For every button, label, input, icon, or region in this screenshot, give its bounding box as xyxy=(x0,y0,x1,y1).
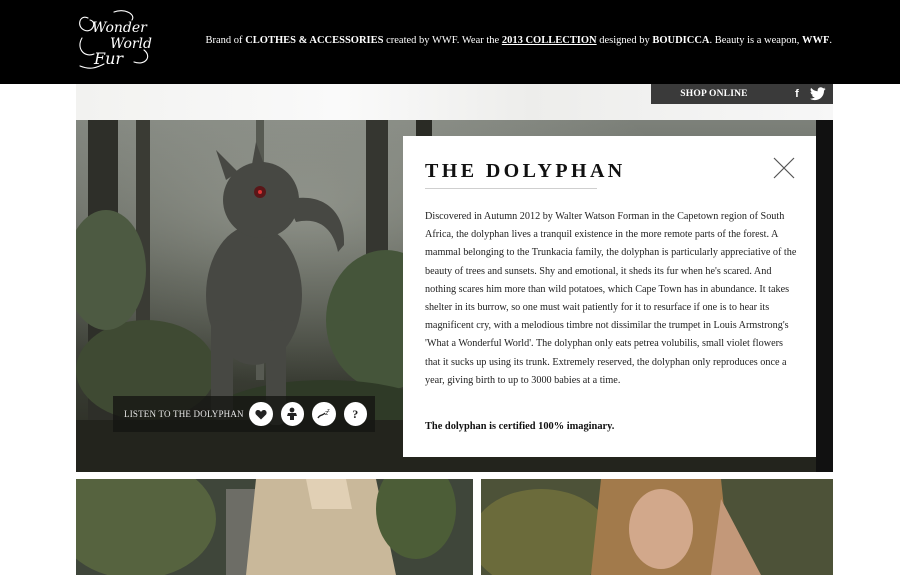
twitter-icon[interactable] xyxy=(810,87,826,101)
sleep-button[interactable]: z z xyxy=(312,402,336,426)
heart-button[interactable] xyxy=(249,402,273,426)
facebook-icon[interactable]: f xyxy=(789,84,805,104)
question-icon: ? xyxy=(352,406,359,421)
designer-name: BOUDICCA xyxy=(652,35,710,46)
wonder-world-fur-logo[interactable]: Wonder World Fur xyxy=(74,8,154,74)
clothes-link[interactable]: CLOTHES & ACCESSORIES xyxy=(245,35,383,46)
shop-bar: SHOP ONLINE f xyxy=(651,84,833,104)
card-description: Discovered in Autumn 2012 by Walter Wats… xyxy=(425,211,797,386)
title-divider xyxy=(425,188,597,189)
shop-online-button[interactable]: SHOP ONLINE xyxy=(651,84,777,104)
site-header: Wonder World Fur Brand of CLOTHES & ACCE… xyxy=(0,0,900,84)
svg-text:Fur: Fur xyxy=(93,49,124,68)
model-photo-left xyxy=(76,479,473,575)
brand-name: WWF xyxy=(801,35,830,46)
card-disclaimer: The dolyphan is certified 100% imaginary… xyxy=(425,421,615,432)
svg-text:z: z xyxy=(327,408,330,414)
site-tagline: Brand of CLOTHES & ACCESSORIES created b… xyxy=(205,35,832,46)
product-tile-left[interactable] xyxy=(76,479,473,575)
baby-icon xyxy=(287,407,298,420)
model-photo-right xyxy=(481,479,833,575)
close-icon[interactable] xyxy=(772,156,796,180)
card-title: THE DOLYPHAN xyxy=(425,160,626,182)
svg-text:Wonder: Wonder xyxy=(92,20,148,36)
heart-icon xyxy=(255,409,267,419)
product-tile-right[interactable] xyxy=(481,479,833,575)
sleep-icon: z z xyxy=(317,408,330,419)
baby-button[interactable] xyxy=(280,402,305,426)
question-button[interactable]: ? xyxy=(343,402,368,426)
collection-link[interactable]: 2013 COLLECTION xyxy=(502,35,597,46)
info-card: THE DOLYPHAN Discovered in Autumn 2012 b… xyxy=(403,136,816,457)
listen-label[interactable]: LISTEN TO THE DOLYPHAN xyxy=(124,409,249,419)
listen-bar: LISTEN TO THE DOLYPHAN z z ? xyxy=(113,396,375,432)
